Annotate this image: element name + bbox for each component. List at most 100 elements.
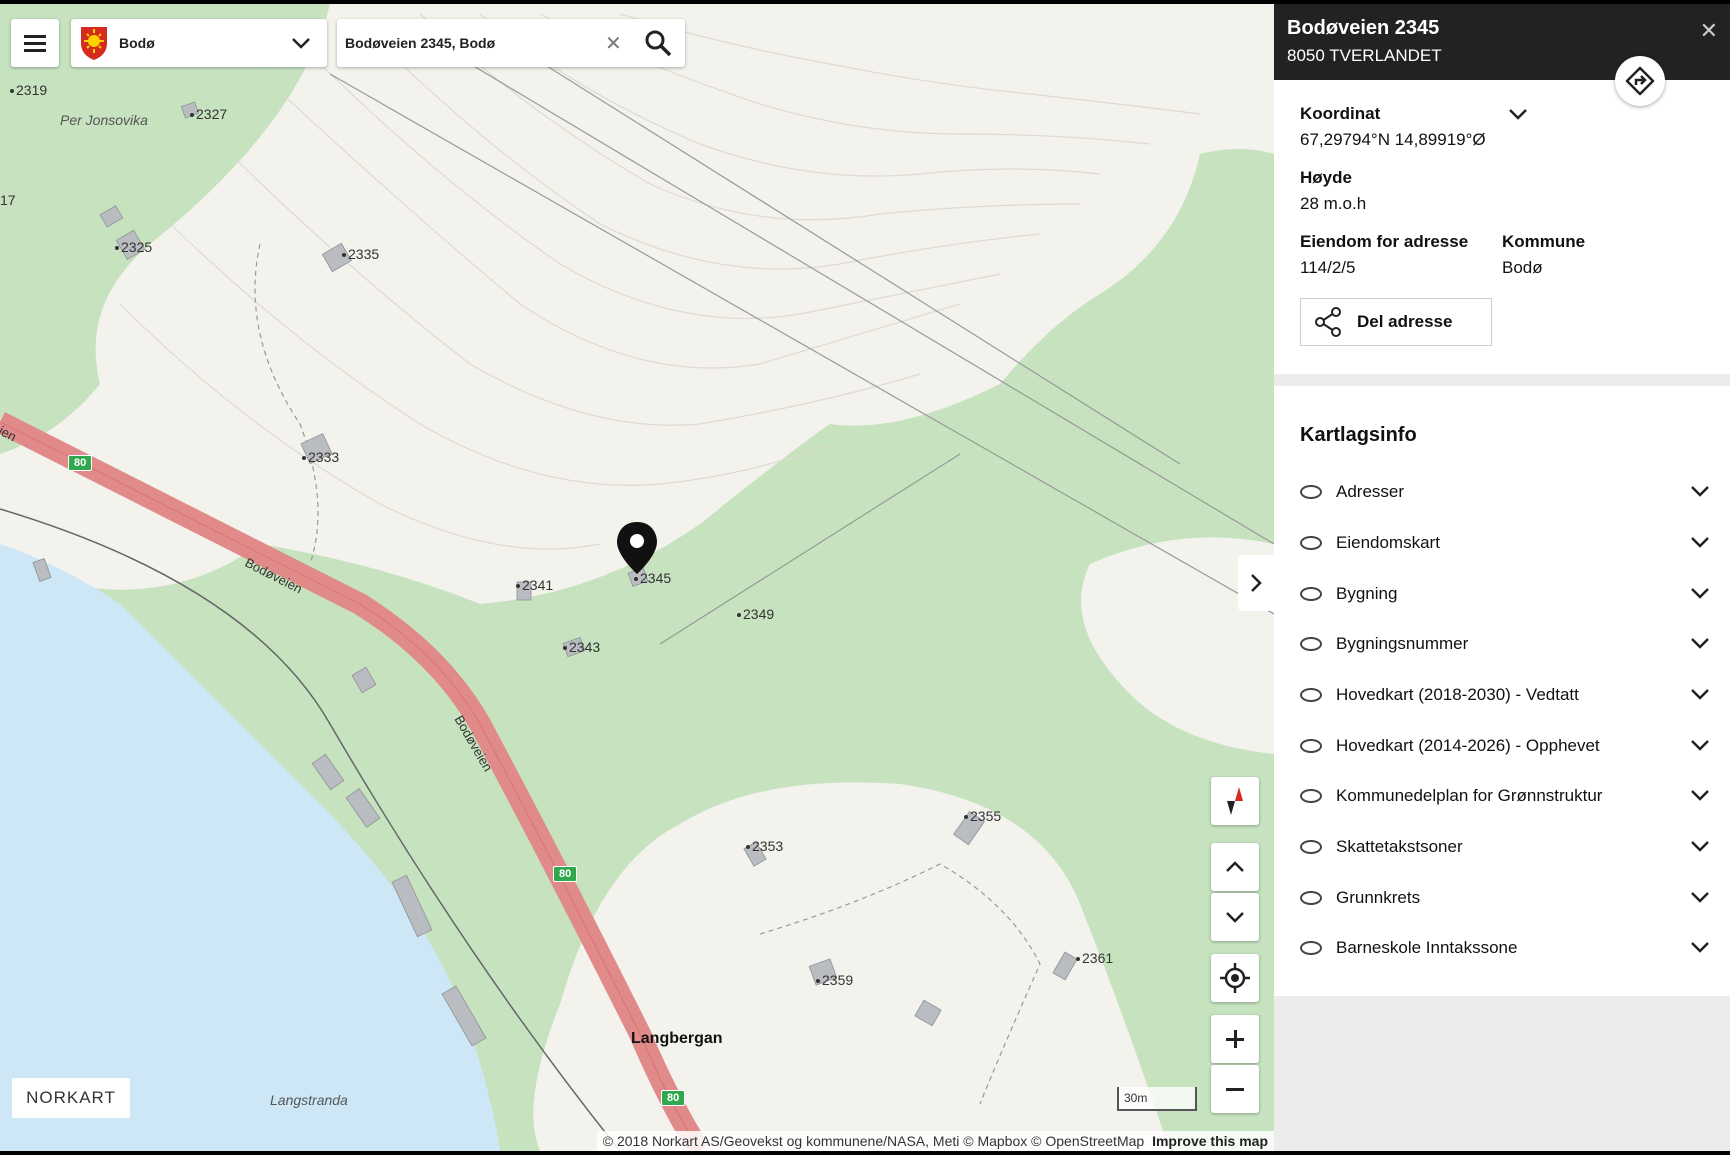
coat-of-arms-icon	[81, 27, 107, 60]
property-label: Eiendom for adresse	[1300, 232, 1469, 251]
zoom-in-button[interactable]	[1211, 1015, 1259, 1063]
address-label: 2359	[816, 972, 853, 988]
menu-button[interactable]	[11, 19, 59, 67]
layer-label: Kommunedelplan for Grønnstruktur	[1336, 786, 1603, 805]
eye-icon[interactable]	[1300, 840, 1322, 854]
norkart-logo[interactable]: NORKART	[12, 1078, 130, 1118]
scale-bar: 30m	[1117, 1087, 1197, 1111]
layer-label: Bygning	[1336, 584, 1398, 603]
chevron-down-icon	[1691, 638, 1709, 649]
plus-icon	[1226, 1030, 1244, 1048]
eye-icon[interactable]	[1300, 941, 1322, 955]
layer-item-hovedkart-2014[interactable]: Hovedkart (2014-2026) - Opphevet	[1300, 726, 1710, 766]
layer-item-gronnstruktur[interactable]: Kommunedelplan for Grønnstruktur	[1300, 776, 1710, 816]
zoom-out-button[interactable]	[1211, 1065, 1259, 1113]
layer-label: Adresser	[1336, 482, 1405, 501]
directions-icon	[1625, 66, 1655, 96]
compass-button[interactable]	[1211, 777, 1259, 825]
address-label: 2361	[1076, 950, 1113, 966]
layer-label: Eiendomskart	[1336, 533, 1440, 552]
eye-icon[interactable]	[1300, 536, 1322, 550]
chevron-down-icon[interactable]	[1508, 108, 1528, 122]
town-name: Langbergan	[631, 1030, 723, 1047]
road-number-shield: 80	[661, 1090, 686, 1106]
layers-title: Kartlagsinfo	[1300, 424, 1417, 446]
address-label: 2355	[964, 808, 1001, 824]
address-label: 2343	[563, 639, 600, 655]
improve-map-link[interactable]: Improve this map	[1152, 1133, 1268, 1149]
clear-search-icon[interactable]: ✕	[605, 31, 622, 56]
layer-label: Skattetakstsoner	[1336, 837, 1463, 856]
address-label: 2349	[737, 606, 774, 622]
chevron-down-icon	[1691, 892, 1709, 903]
layer-label: Hovedkart (2014-2026) - Opphevet	[1336, 736, 1600, 755]
municipality-value: Bodø	[1502, 258, 1543, 277]
tilt-down-button[interactable]	[1211, 893, 1259, 941]
layer-item-adresser[interactable]: Adresser	[1300, 472, 1710, 512]
share-address-button[interactable]: Del adresse	[1300, 298, 1492, 346]
address-label: 2335	[342, 246, 379, 262]
place-name: Langstranda	[270, 1092, 348, 1108]
chevron-down-icon	[1691, 740, 1709, 751]
search-box: ✕	[337, 19, 685, 67]
chevron-down-icon	[292, 38, 310, 49]
layer-item-hovedkart-2018[interactable]: Hovedkart (2018-2030) - Vedtatt	[1300, 675, 1710, 715]
municipality-label: Kommune	[1502, 232, 1586, 251]
chevron-down-icon	[1691, 486, 1709, 497]
address-label: 17	[0, 192, 16, 208]
hamburger-icon	[24, 35, 46, 52]
attribution-text: © 2018 Norkart AS/Geovekst og kommunene/…	[602, 1133, 1145, 1149]
map-attribution: © 2018 Norkart AS/Geovekst og kommunene/…	[596, 1131, 1274, 1151]
coordinate-label: Koordinat	[1300, 104, 1381, 123]
address-label: 2341	[516, 577, 553, 593]
share-icon	[1315, 307, 1341, 337]
search-icon[interactable]	[644, 29, 672, 57]
chevron-down-icon	[1691, 790, 1709, 801]
tilt-up-button[interactable]	[1211, 843, 1259, 891]
locate-me-button[interactable]	[1211, 954, 1259, 1002]
directions-button[interactable]	[1615, 56, 1665, 106]
collapse-panel-button[interactable]	[1238, 555, 1274, 611]
address-info-panel: Bodøveien 2345 8050 TVERLANDET ✕ Koordin…	[1274, 4, 1730, 1151]
layer-info-section: Kartlagsinfo Adresser Eiendomskart Bygni…	[1274, 386, 1730, 996]
eye-icon[interactable]	[1300, 637, 1322, 651]
place-name: Per Jonsovika	[60, 112, 148, 128]
chevron-down-icon	[1691, 942, 1709, 953]
layer-item-bygning[interactable]: Bygning	[1300, 574, 1710, 614]
height-value: 28 m.o.h	[1300, 194, 1367, 213]
layer-item-barneskole[interactable]: Barneskole Inntakssone	[1300, 928, 1710, 968]
height-label: Høyde	[1300, 168, 1352, 187]
search-input[interactable]	[343, 34, 597, 52]
eye-icon[interactable]	[1300, 739, 1322, 753]
compass-icon	[1227, 787, 1243, 815]
chevron-down-icon	[1691, 537, 1709, 548]
address-label: 2327	[190, 106, 227, 122]
chevron-up-icon	[1226, 861, 1244, 872]
chevron-down-icon	[1691, 841, 1709, 852]
layer-item-skattetakstsoner[interactable]: Skattetakstsoner	[1300, 827, 1710, 867]
crosshair-icon	[1220, 963, 1250, 993]
chevron-down-icon	[1226, 912, 1244, 923]
eye-icon[interactable]	[1300, 587, 1322, 601]
eye-icon[interactable]	[1300, 891, 1322, 905]
address-label: 2319	[10, 82, 47, 98]
municipality-selector[interactable]: Bodø	[71, 19, 327, 67]
chevron-down-icon	[1691, 689, 1709, 700]
layer-item-eiendomskart[interactable]: Eiendomskart	[1300, 523, 1710, 563]
minus-icon	[1226, 1088, 1244, 1091]
share-label: Del adresse	[1357, 312, 1453, 331]
layer-item-grunnkrets[interactable]: Grunnkrets	[1300, 878, 1710, 918]
address-label: 2353	[746, 838, 783, 854]
layer-label: Grunnkrets	[1336, 888, 1421, 907]
eye-icon[interactable]	[1300, 485, 1322, 499]
eye-icon[interactable]	[1300, 688, 1322, 702]
chevron-right-icon	[1251, 574, 1262, 592]
layer-item-bygningsnummer[interactable]: Bygningsnummer	[1300, 624, 1710, 664]
coordinate-value: 67,29794°N 14,89919°Ø	[1300, 130, 1486, 149]
eye-icon[interactable]	[1300, 789, 1322, 803]
address-label: 2325	[115, 239, 152, 255]
address-title: Bodøveien 2345	[1287, 17, 1440, 39]
close-panel-icon[interactable]: ✕	[1700, 18, 1718, 44]
map-canvas[interactable]: 2319 2327 2325 2335 2333 2341 2345 2343 …	[0, 4, 1274, 1151]
property-value: 114/2/5	[1300, 258, 1356, 277]
